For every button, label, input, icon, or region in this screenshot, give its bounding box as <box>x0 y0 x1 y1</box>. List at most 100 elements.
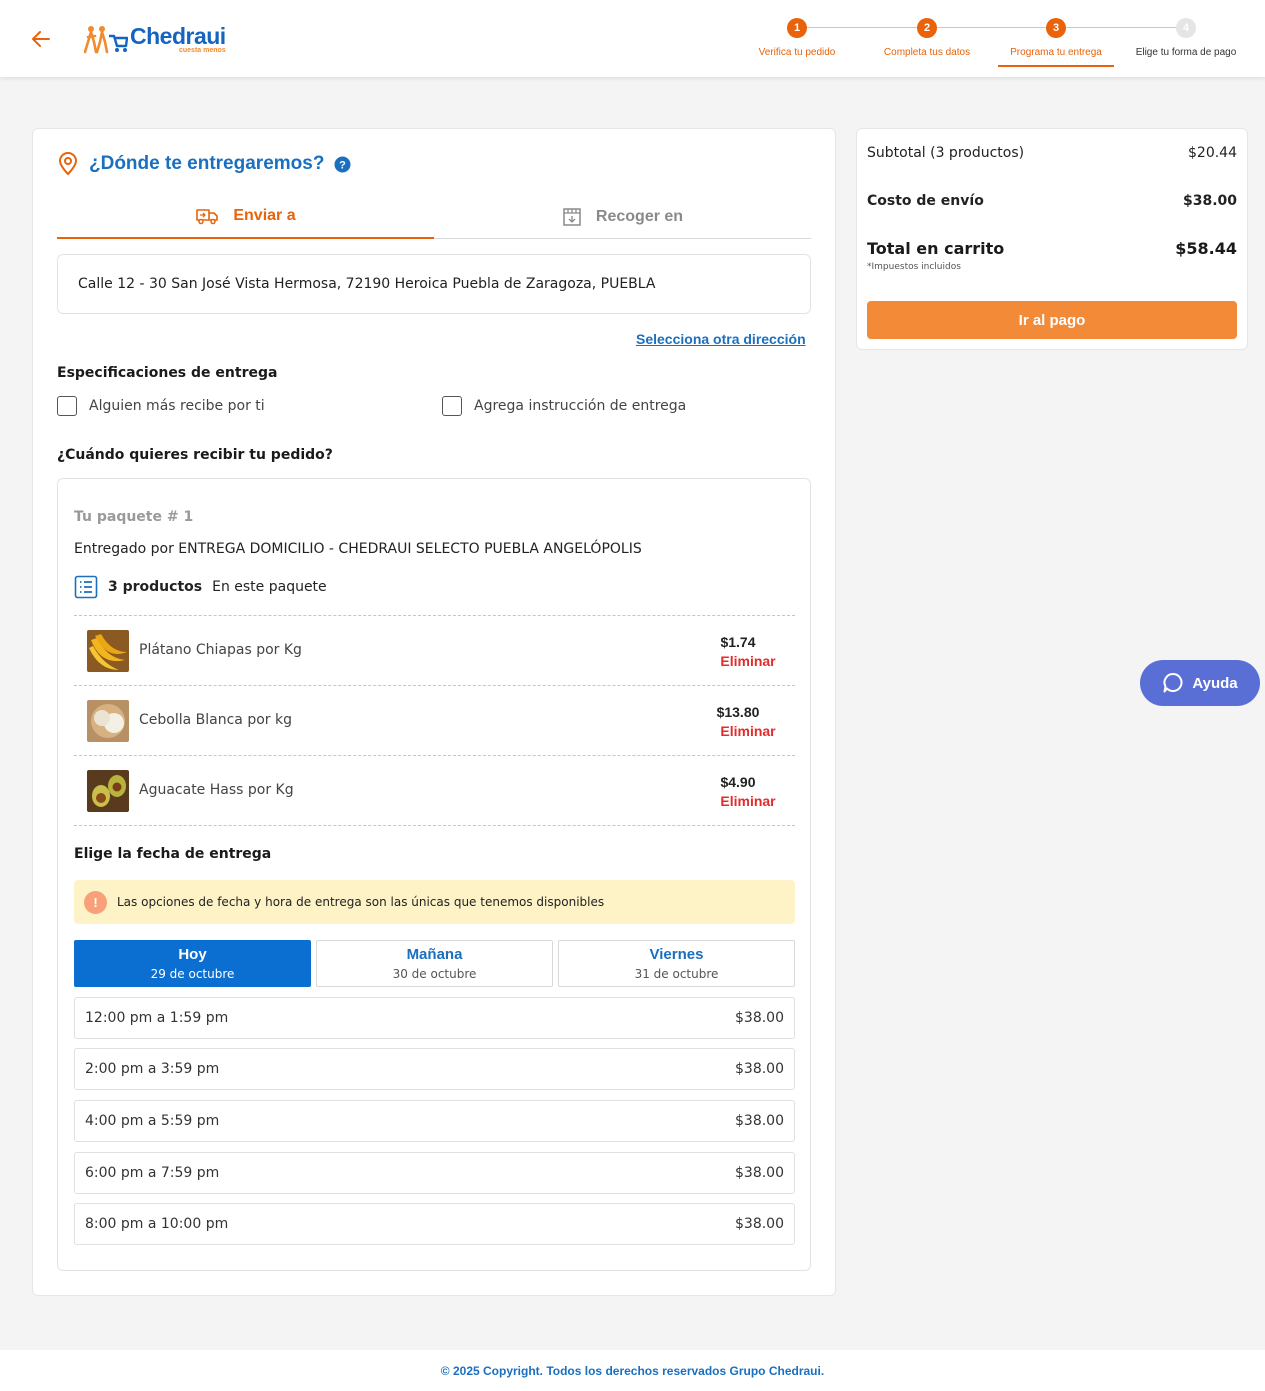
time-slot-price: $38.00 <box>735 1113 784 1129</box>
shipping-value: $38.00 <box>1182 193 1237 209</box>
product-name: Plátano Chiapas por Kg <box>139 642 302 658</box>
total-label: Total en carrito <box>867 239 1005 258</box>
time-slot-price: $38.00 <box>735 1010 784 1026</box>
product-name: Aguacate Hass por Kg <box>139 782 294 798</box>
step-2-label[interactable]: Completa tus datos <box>884 47 970 58</box>
time-slot-time: 2:00 pm a 3:59 pm <box>85 1061 220 1077</box>
time-slot[interactable]: 8:00 pm a 10:00 pm $38.00 <box>74 1203 795 1245</box>
tab-recoger-en[interactable]: Recoger en <box>434 195 811 239</box>
day-tab-viernes[interactable]: Viernes 31 de octubre <box>558 940 795 987</box>
subtotal-row: Subtotal (3 productos) $20.44 <box>867 145 1237 161</box>
avocado-product-image <box>87 770 129 812</box>
selected-address: Calle 12 - 30 San José Vista Hermosa, 72… <box>57 254 811 314</box>
day-label: Viernes <box>649 946 704 963</box>
day-date: 30 de octubre <box>392 967 477 981</box>
tab-recoger-en-label: Recoger en <box>595 208 684 225</box>
availability-notice: ! Las opciones de fecha y hora de entreg… <box>74 880 795 924</box>
banana-product-image <box>87 630 129 672</box>
delivery-heading: ¿Dónde te entregaremos? ? <box>57 152 351 176</box>
footer-copyright: © 2025 Copyright. Todos los derechos res… <box>0 1350 1265 1391</box>
onion-product-image <box>87 700 129 742</box>
delivery-instruction-option[interactable]: Agrega instrucción de entrega <box>442 396 686 416</box>
time-slot[interactable]: 2:00 pm a 3:59 pm $38.00 <box>74 1048 795 1090</box>
product-name: Cebolla Blanca por kg <box>139 712 292 728</box>
chat-bubble-icon <box>1163 672 1183 693</box>
tab-enviar-a[interactable]: Enviar a <box>57 195 434 239</box>
time-slot-price: $38.00 <box>735 1216 784 1232</box>
when-title: ¿Cuándo quieres recibir tu pedido? <box>57 447 333 463</box>
shipping-label: Costo de envío <box>867 193 984 209</box>
delivery-date-title: Elige la fecha de entrega <box>74 846 272 862</box>
delivery-instruction-checkbox[interactable] <box>442 396 462 416</box>
remove-product-button[interactable]: Eliminar <box>713 653 783 669</box>
step-connector <box>807 27 917 28</box>
package-product-count[interactable]: 3 productos En este paquete <box>74 575 327 599</box>
time-slot[interactable]: 6:00 pm a 7:59 pm $38.00 <box>74 1152 795 1194</box>
step-4-dot[interactable]: 4 <box>1176 18 1196 38</box>
day-label: Mañana <box>406 946 463 963</box>
time-slot-price: $38.00 <box>735 1165 784 1181</box>
step-3-dot[interactable]: 3 <box>1046 18 1066 38</box>
step-4-label[interactable]: Elige tu forma de pago <box>1136 47 1237 58</box>
help-question-icon[interactable]: ? <box>334 156 351 173</box>
someone-else-receives-option[interactable]: Alguien más recibe por ti <box>57 396 265 416</box>
step-1-label[interactable]: Verifica tu pedido <box>759 47 836 58</box>
someone-else-receives-checkbox[interactable] <box>57 396 77 416</box>
notice-text: Las opciones de fecha y hora de entrega … <box>117 895 605 909</box>
day-date: 29 de octubre <box>150 967 235 981</box>
day-date: 31 de octubre <box>634 967 719 981</box>
step-3-label[interactable]: Programa tu entrega <box>1010 47 1102 58</box>
select-other-address-link[interactable]: Selecciona otra dirección <box>636 331 806 347</box>
list-item: Plátano Chiapas por Kg $1.74 Eliminar <box>74 616 795 686</box>
time-slot[interactable]: 12:00 pm a 1:59 pm $38.00 <box>74 997 795 1039</box>
delivery-method-tabs: Enviar a Recoger en <box>57 195 811 239</box>
subtotal-label: Subtotal (3 productos) <box>867 145 1025 161</box>
product-price: $1.74 <box>720 634 756 650</box>
list-item: Cebolla Blanca por kg $13.80 Eliminar <box>74 686 795 756</box>
step-1-dot[interactable]: 1 <box>787 18 807 38</box>
product-price: $13.80 <box>716 704 760 720</box>
tab-enviar-a-label: Enviar a <box>233 207 296 224</box>
tax-note: *Impuestos incluidos <box>867 262 961 272</box>
top-header: Chedraui cuesta menos 1 2 3 4 Verifica t… <box>0 0 1265 77</box>
svg-text:?: ? <box>340 159 347 171</box>
help-chat-button[interactable]: Ayuda <box>1140 660 1260 706</box>
remove-product-button[interactable]: Eliminar <box>713 723 783 739</box>
list-icon <box>74 575 98 599</box>
time-slot[interactable]: 4:00 pm a 5:59 pm $38.00 <box>74 1100 795 1142</box>
delivery-specs-title: Especificaciones de entrega <box>57 365 278 381</box>
time-slot-time: 4:00 pm a 5:59 pm <box>85 1113 220 1129</box>
current-step-underline <box>998 65 1114 67</box>
checkout-stepper: 1 2 3 4 Verifica tu pedido Completa tus … <box>0 0 1265 77</box>
step-connector <box>1066 27 1176 28</box>
go-to-payment-button[interactable]: Ir al pago <box>867 301 1237 339</box>
day-tab-manana[interactable]: Mañana 30 de octubre <box>316 940 553 987</box>
subtotal-value: $20.44 <box>1188 145 1237 161</box>
day-tab-hoy[interactable]: Hoy 29 de octubre <box>74 940 311 987</box>
total-row: Total en carrito $58.44 <box>867 239 1237 258</box>
info-icon: ! <box>84 890 107 914</box>
location-pin-icon <box>58 152 78 176</box>
package-delivered-by: Entregado por ENTREGA DOMICILIO - CHEDRA… <box>74 541 642 557</box>
delivery-title: ¿Dónde te entregaremos? <box>89 153 325 174</box>
time-slot-time: 12:00 pm a 1:59 pm <box>85 1010 229 1026</box>
delivery-instruction-label: Agrega instrucción de entrega <box>474 398 687 414</box>
shipping-row: Costo de envío $38.00 <box>867 193 1237 209</box>
remove-product-button[interactable]: Eliminar <box>713 793 783 809</box>
step-connector <box>937 27 1046 28</box>
list-item: Aguacate Hass por Kg $4.90 Eliminar <box>74 756 795 826</box>
order-summary-card: Subtotal (3 productos) $20.44 Costo de e… <box>856 128 1248 350</box>
time-slot-price: $38.00 <box>735 1061 784 1077</box>
day-label: Hoy <box>178 946 207 963</box>
product-price: $4.90 <box>720 774 756 790</box>
package-card: Tu paquete # 1 Entregado por ENTREGA DOM… <box>57 478 811 1271</box>
total-value: $58.44 <box>1175 239 1237 258</box>
product-count-value: 3 productos <box>108 579 203 595</box>
step-2-dot[interactable]: 2 <box>917 18 937 38</box>
time-slot-time: 8:00 pm a 10:00 pm <box>85 1216 229 1232</box>
store-pickup-icon <box>563 208 581 226</box>
help-label: Ayuda <box>1192 674 1238 692</box>
delivery-truck-icon <box>196 209 219 225</box>
product-list: Plátano Chiapas por Kg $1.74 Eliminar Ce… <box>74 615 795 826</box>
someone-else-receives-label: Alguien más recibe por ti <box>89 398 265 414</box>
